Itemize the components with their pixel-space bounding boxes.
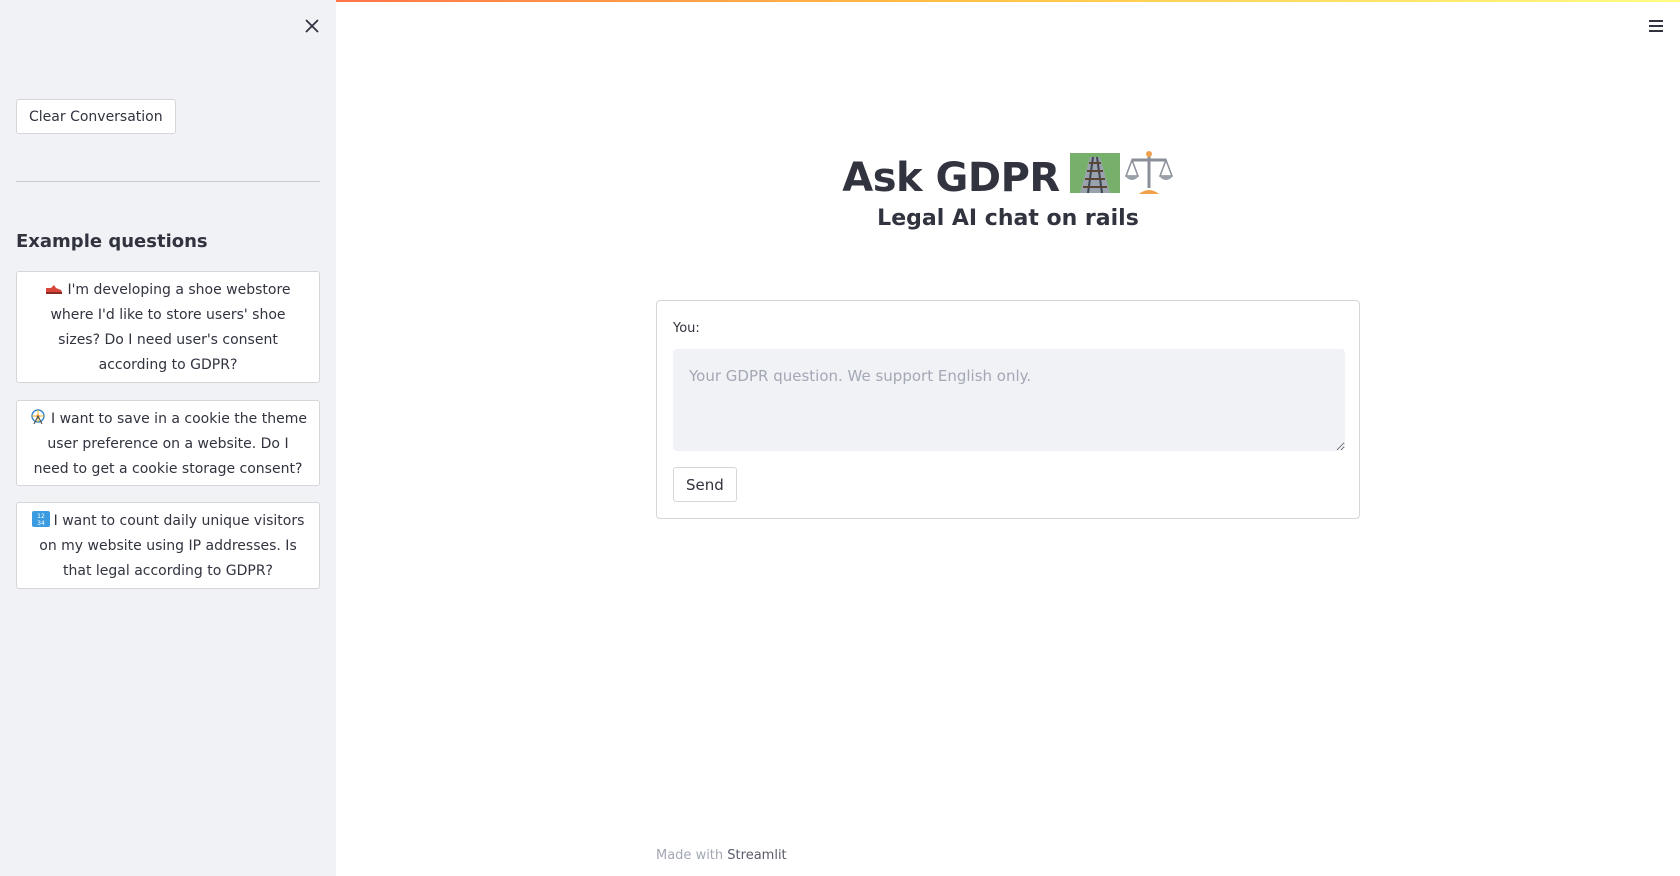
question-form: You: Send xyxy=(656,300,1360,519)
railway-track-icon xyxy=(1069,151,1120,205)
example-question-ip[interactable]: 12 34 I want to count daily unique visito… xyxy=(16,502,320,589)
sidebar: Clear Conversation Example questions I'm… xyxy=(0,0,336,876)
svg-text:12: 12 xyxy=(37,513,45,520)
example-question-text: I'm developing a shoe webstore where I'd… xyxy=(50,282,291,373)
send-button[interactable]: Send xyxy=(673,467,737,502)
example-questions-heading: Example questions xyxy=(16,231,208,252)
example-question-shoe[interactable]: I'm developing a shoe webstore where I'd… xyxy=(16,271,320,383)
hamburger-menu-icon[interactable] xyxy=(1644,14,1668,38)
numbers-icon: 12 34 xyxy=(31,511,50,527)
footer: Made with Streamlit xyxy=(656,848,787,863)
page-subtitle: Legal AI chat on rails xyxy=(877,206,1139,231)
example-question-text: I want to save in a cookie the theme use… xyxy=(33,411,307,477)
svg-text:34: 34 xyxy=(37,520,45,527)
question-label: You: xyxy=(673,321,700,336)
example-question-cookie[interactable]: I want to save in a cookie the theme use… xyxy=(16,400,320,486)
footer-prefix: Made with xyxy=(656,848,724,863)
shoe-icon xyxy=(45,280,63,296)
question-input[interactable] xyxy=(673,349,1345,451)
page-title-row: Ask GDPR xyxy=(656,148,1360,208)
page-title: Ask GDPR xyxy=(842,155,1060,201)
example-question-text: I want to count daily unique visitors on… xyxy=(39,513,305,579)
sidebar-divider xyxy=(16,181,320,182)
close-sidebar-icon[interactable] xyxy=(300,14,324,38)
clear-conversation-button[interactable]: Clear Conversation xyxy=(16,99,176,134)
streamlit-link[interactable]: Streamlit xyxy=(727,848,786,863)
balance-scale-icon xyxy=(1124,148,1174,208)
ferris-wheel-icon xyxy=(29,409,47,425)
